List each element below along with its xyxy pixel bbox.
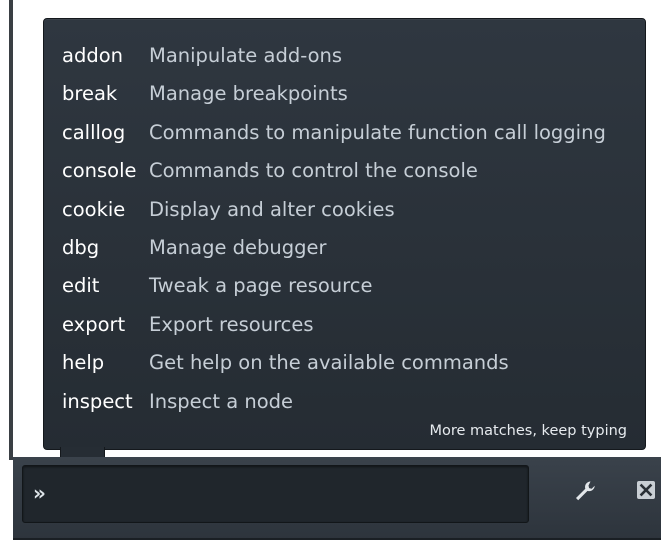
prompt-icon: » [33,481,46,505]
command-name: break [62,82,118,106]
command-description: Tweak a page resource [149,274,373,298]
command-name: calllog [62,120,126,144]
command-description: Inspect a node [149,389,294,413]
page-edge [9,0,13,460]
command-row-dbg[interactable]: dbg Manage debugger [44,229,645,267]
wrench-icon[interactable] [573,479,597,503]
command-name: dbg [62,235,100,259]
command-description: Commands to control the console [149,159,478,183]
close-icon[interactable] [637,481,655,499]
command-name: help [62,351,105,375]
command-description: Manipulate add-ons [149,44,343,67]
command-row-addon[interactable]: addon Manipulate add-ons [44,37,645,75]
command-name: edit [62,274,100,298]
command-description: Commands to manipulate function call log… [149,120,606,144]
command-name: console [62,159,137,183]
command-row-calllog[interactable]: calllog Commands to manipulate function … [44,114,645,152]
command-row-inspect[interactable]: inspect Inspect a node [44,383,645,421]
command-toolbar: » [13,457,661,540]
command-description: Display and alter cookies [149,197,395,221]
command-list: addon Manipulate add-ons break Manage br… [44,37,645,421]
command-description: Get help on the available commands [149,351,509,375]
command-row-edit[interactable]: edit Tweak a page resource [44,267,645,305]
command-name: cookie [62,197,126,221]
more-matches-hint: More matches, keep typing [429,423,627,439]
command-description: Export resources [149,312,314,336]
command-input[interactable]: » [22,465,529,523]
command-row-cookie[interactable]: cookie Display and alter cookies [44,191,645,229]
command-row-console[interactable]: console Commands to control the console [44,152,645,190]
command-description: Manage debugger [149,235,327,259]
command-suggestions-popup: addon Manipulate add-ons break Manage br… [43,18,646,450]
command-name: inspect [62,389,133,413]
command-row-break[interactable]: break Manage breakpoints [44,75,645,113]
command-row-export[interactable]: export Export resources [44,306,645,344]
command-row-help[interactable]: help Get help on the available commands [44,344,645,382]
command-name: addon [62,44,123,67]
command-description: Manage breakpoints [149,82,348,106]
command-name: export [62,312,126,336]
